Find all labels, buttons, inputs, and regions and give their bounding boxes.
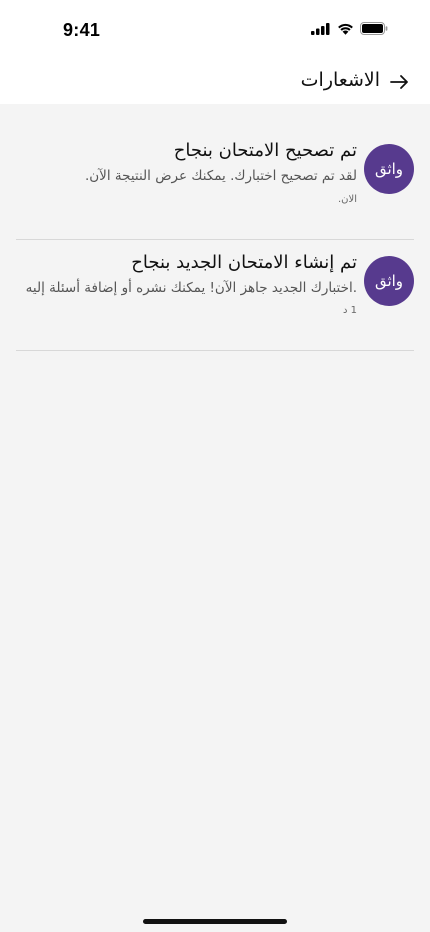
battery-icon [360, 22, 388, 35]
wifi-icon [338, 23, 353, 35]
notification-body: .اختبارك الجديد جاهز الآن! يمكنك نشره أو… [25, 280, 357, 296]
notification-time: 1 د [342, 305, 357, 316]
notification-title: تم إنشاء الامتحان الجديد بنجاح [131, 252, 357, 273]
avatar: واثق [364, 144, 414, 194]
home-indicator[interactable] [143, 919, 287, 924]
notifications-list: واثق تم تصحيح الامتحان بنجاح لقد تم تصحي… [16, 104, 414, 351]
notification-title: تم تصحيح الامتحان بنجاح [173, 140, 357, 161]
avatar: واثق [364, 256, 414, 306]
status-bar: 9:41 [0, 0, 430, 60]
cellular-signal-icon [311, 22, 330, 35]
notification-body: لقد تم تصحيح اختبارك. يمكنك عرض النتيجة … [84, 168, 357, 184]
app-header: الاشعارات [0, 60, 430, 104]
notification-item[interactable]: واثق تم إنشاء الامتحان الجديد بنجاح .اخت… [16, 240, 414, 351]
back-arrow-icon[interactable] [388, 71, 410, 93]
notification-time: الان. [337, 194, 357, 205]
status-time: 9:41 [63, 20, 101, 40]
page-title: الاشعارات [300, 69, 380, 91]
status-icons [311, 22, 388, 35]
notification-item[interactable]: واثق تم تصحيح الامتحان بنجاح لقد تم تصحي… [16, 104, 414, 240]
